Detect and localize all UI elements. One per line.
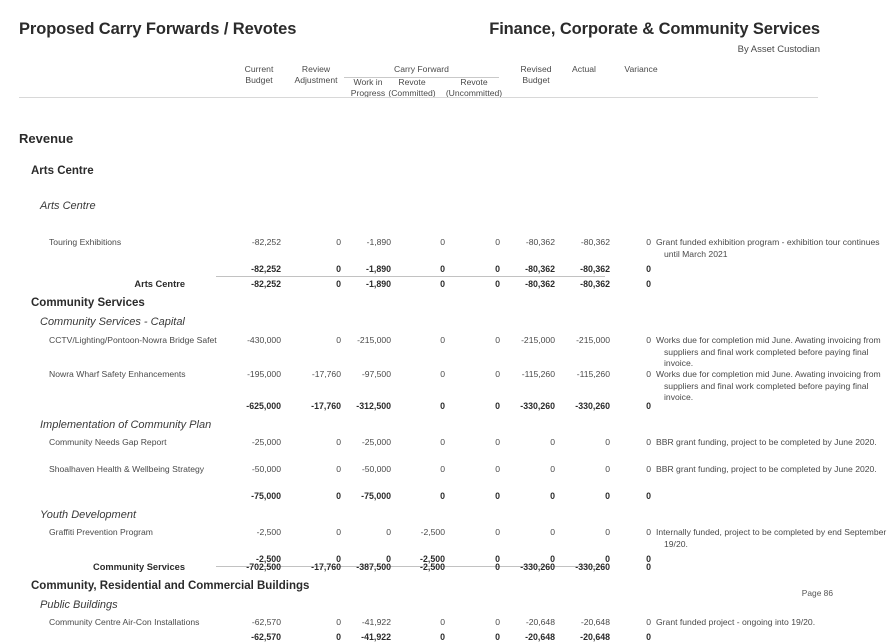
subgroup-heading-arts-centre: Arts Centre: [40, 200, 96, 212]
cell-variance: 0: [646, 562, 651, 572]
report-title-left: Proposed Carry Forwards / Revotes: [19, 20, 297, 38]
cell-variance: 0: [646, 401, 651, 411]
total-label-community-services: Community Services: [93, 562, 185, 572]
cell-comment: Internally funded, project to be complet…: [656, 527, 887, 549]
total-label-arts-centre: Arts Centre: [134, 279, 185, 289]
cell-variance: 0: [646, 617, 651, 627]
col-header-revised-budget-line2: Budget: [522, 75, 550, 86]
subgroup-heading-youth-development: Youth Development: [40, 509, 137, 521]
group-heading-crc-buildings: Community, Residential and Commercial Bu…: [31, 580, 310, 592]
row-label-graffiti-prevention: Graffiti Prevention Program: [49, 527, 153, 537]
col-header-current-budget-line1: Current: [244, 64, 274, 74]
row-label-aircon-installations: Community Centre Air-Con Installations: [49, 617, 200, 627]
cell-variance: 0: [646, 491, 651, 501]
col-header-carry-forward-group: Carry Forward: [394, 64, 449, 74]
report-subtitle: By Asset Custodian: [737, 44, 820, 55]
col-header-work-in-progress-line1: Work in: [353, 77, 383, 87]
cell-variance: 0: [646, 237, 651, 247]
col-header-actual: Actual: [572, 64, 596, 74]
col-header-revote-committed-line1: Revote: [398, 77, 426, 87]
cell-comment: BBR grant funding, project to be complet…: [656, 437, 877, 447]
row-label-community-needs-gap: Community Needs Gap Report: [49, 437, 167, 447]
cell-comment: Works due for completion mid June. Awati…: [656, 369, 881, 403]
column-headers: Current Budget Review Adjustment Carry F…: [0, 58, 889, 98]
col-header-revote-uncommitted-line1: Revote: [460, 77, 488, 87]
page-number: Page 86: [801, 588, 833, 598]
group-heading-arts-centre: Arts Centre: [31, 165, 94, 177]
row-label-touring-exhibitions: Touring Exhibitions: [49, 237, 122, 247]
cell-comment: Works due for completion mid June. Awati…: [656, 335, 881, 369]
subgroup-heading-public-buildings: Public Buildings: [40, 599, 118, 611]
cell-variance: 0: [646, 527, 651, 537]
report-body: Revenue Arts Centre Arts Centre Touring …: [0, 108, 889, 642]
col-header-review-adjustment-line1: Review: [301, 64, 331, 74]
cell-variance: 0: [646, 279, 651, 289]
cell-variance: 0: [646, 437, 651, 447]
cell-comment: BBR grant funding, project to be complet…: [656, 464, 877, 474]
col-header-revised-budget-line1: Revised: [520, 64, 552, 74]
cell-comment: Grant funded project - ongoing into 19/2…: [656, 617, 816, 627]
cell-variance: 0: [646, 264, 651, 274]
header-divider-rule: [19, 97, 818, 98]
subgroup-heading-arts-centre-row: Arts Centre: [0, 142, 889, 212]
col-header-variance: Variance: [624, 64, 658, 74]
report-header: Proposed Carry Forwards / Revotes Financ…: [0, 14, 889, 60]
col-header-current-budget-line2: Budget: [245, 75, 273, 86]
subtotal-rule: [216, 276, 605, 277]
subgroup-heading-cs-capital: Community Services - Capital: [40, 316, 185, 328]
section-heading-revenue-row: Revenue: [0, 108, 889, 146]
report-page: Proposed Carry Forwards / Revotes Financ…: [0, 0, 889, 642]
row-label-nowra-wharf: Nowra Wharf Safety Enhancements: [49, 369, 186, 379]
cell-variance: 0: [646, 464, 651, 474]
cell-variance: 0: [646, 632, 651, 642]
group-heading-arts-centre-row: Arts Centre: [0, 126, 889, 177]
group-heading-community-services: Community Services: [31, 297, 145, 309]
col-header-review-adjustment: Review Adjustment: [279, 64, 353, 87]
subgroup-heading-implementation: Implementation of Community Plan: [40, 419, 212, 431]
cell-comment: Grant funded exhibition program - exhibi…: [656, 237, 880, 259]
cell-variance: 0: [646, 369, 651, 379]
report-title-right: Finance, Corporate & Community Services: [489, 20, 820, 38]
col-header-review-adjustment-line2: Adjustment: [294, 75, 338, 86]
cell-variance: 0: [646, 335, 651, 345]
